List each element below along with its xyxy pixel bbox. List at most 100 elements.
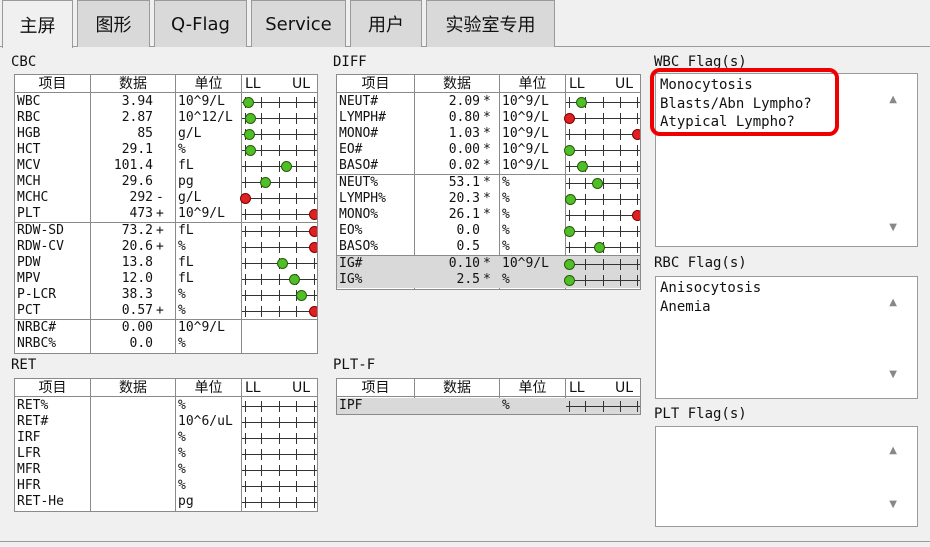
rbc-flags-list[interactable]: Anisocytosis Anemia ▲ ▼ [655, 276, 918, 399]
gauge-tick [296, 465, 297, 476]
gauge-tick [279, 465, 280, 476]
diff-title: DIFF [333, 54, 367, 70]
row-unit: % [502, 207, 510, 222]
gauge-tick [279, 290, 280, 301]
range-gauge [563, 272, 640, 288]
table-row[interactable]: P-LCR 38.3% [15, 287, 317, 303]
gauge-tick [314, 145, 315, 156]
table-row[interactable]: MCH 29.6 pg [15, 174, 317, 190]
table-row[interactable]: PLT 473 +10^9/L [15, 206, 317, 222]
table-row[interactable]: PCT 0.57 +% [15, 303, 317, 319]
row-unit: % [178, 287, 186, 302]
gauge-tick [637, 161, 638, 172]
table-row[interactable]: RET%% [15, 398, 317, 414]
table-header: 项目 数据 单位 LL UL [15, 379, 317, 397]
scroll-down-icon[interactable]: ▼ [889, 369, 897, 380]
cbc-title: CBC [11, 54, 37, 70]
gauge-axis [242, 214, 317, 215]
gauge-tick [620, 113, 621, 124]
table-row[interactable]: EO% 0.0% [337, 223, 640, 239]
table-row[interactable]: RET# 10^6/uL [15, 414, 317, 430]
range-gauge [242, 430, 317, 446]
gauge-tick [637, 226, 638, 237]
table-row[interactable]: HCT 29.1% [15, 142, 317, 158]
gauge-tick [314, 258, 315, 269]
row-unit: fL [178, 271, 194, 286]
table-row[interactable]: NEUT# 2.09 * 10^9/L [337, 94, 640, 110]
scroll-down-icon[interactable]: ▼ [889, 499, 897, 510]
gauge-tick [585, 210, 586, 221]
flag-item: Anemia [660, 298, 711, 315]
table-row[interactable]: IG# 0.10 * 10^9/L [337, 255, 640, 272]
header-data: 数据 [443, 380, 471, 396]
scroll-down-icon[interactable]: ▼ [889, 222, 897, 233]
in-range-marker [563, 145, 575, 156]
table-row[interactable]: MONO% 26.1 *% [337, 207, 640, 223]
table-row[interactable]: HFR% [15, 478, 317, 494]
gauge-tick [245, 242, 246, 253]
table-row[interactable]: MONO# 1.03 * 10^9/L [337, 126, 640, 142]
scroll-up-icon[interactable]: ▲ [889, 94, 897, 105]
table-row[interactable]: RDW-CV 20.6 +% [15, 239, 317, 255]
header-unit: 单位 [518, 76, 547, 92]
table-row[interactable]: LYMPH% 20.3 *% [337, 191, 640, 207]
table-row[interactable]: LFR% [15, 446, 317, 462]
gauge-tick [279, 274, 280, 285]
gauge-tick [245, 401, 246, 412]
tab-q-flag[interactable]: Q-Flag [154, 0, 247, 47]
row-item-name: IG% [339, 272, 363, 287]
row-flag: * [483, 175, 491, 190]
ret-title: RET [11, 357, 37, 373]
gauge-axis [242, 486, 317, 487]
gauge-tick [637, 97, 638, 108]
tab-main[interactable]: 主屏 [2, 0, 73, 48]
tab-service[interactable]: Service [251, 0, 346, 47]
table-row[interactable]: IRF% [15, 430, 317, 446]
row-flag: + [156, 206, 164, 221]
table-row[interactable]: IPF% [337, 398, 640, 414]
table-row[interactable]: MFR% [15, 462, 317, 478]
table-row[interactable]: WBC 3.94 10^9/L [15, 94, 317, 110]
row-value: 38.3 [121, 287, 153, 302]
out-of-range-marker [308, 209, 317, 220]
table-row[interactable]: BASO# 0.02 * 10^9/L [337, 158, 640, 174]
row-value: 12.0 [121, 271, 153, 286]
row-unit: 10^9/L [502, 158, 549, 173]
in-range-marker [563, 259, 575, 270]
table-row[interactable]: MCHC 292- g/L [15, 190, 317, 206]
row-flag: * [483, 158, 491, 173]
table-row[interactable]: NRBC# 0.00 10^9/L [15, 319, 317, 336]
gauge-tick [245, 177, 246, 188]
table-row[interactable]: BASO% 0.5% [337, 239, 640, 255]
row-flag [156, 126, 165, 142]
row-item-name: MPV [17, 271, 41, 286]
table-row[interactable]: RDW-SD 73.2 + fL [15, 222, 317, 239]
row-unit: % [502, 239, 510, 254]
tab-lab-only[interactable]: 实验室专用 [426, 0, 555, 47]
table-row[interactable]: MCV 101.4 fL [15, 158, 317, 174]
table-row[interactable]: RBC 2.87 10^12/L [15, 110, 317, 126]
gauge-tick [314, 465, 315, 476]
gauge-tick [620, 97, 621, 108]
row-value: 20.3 [448, 191, 480, 206]
table-row[interactable]: MPV 12.0 fL [15, 271, 317, 287]
table-row[interactable]: RET-He pg [15, 494, 317, 510]
row-unit: 10^9/L [502, 94, 549, 109]
range-gauge [242, 446, 317, 462]
table-row[interactable]: EO# 0.00 * 10^9/L [337, 142, 640, 158]
gauge-tick [620, 194, 621, 205]
table-row[interactable]: IG% 2.5 *% [337, 272, 640, 288]
row-flag: * [483, 110, 491, 125]
table-row[interactable]: NRBC% 0.0% [15, 336, 317, 352]
row-item-name: EO% [339, 223, 363, 238]
plt-flags-list[interactable]: ▲ ▼ [655, 426, 918, 527]
scroll-up-icon[interactable]: ▲ [889, 297, 897, 308]
table-row[interactable]: NEUT% 53.1 *% [337, 174, 640, 191]
table-row[interactable]: PDW 13.8 fL [15, 255, 317, 271]
table-row[interactable]: LYMPH# 0.80 * 10^9/L [337, 110, 640, 126]
gauge-tick [296, 161, 297, 172]
table-row[interactable]: HGB 85 g/L [15, 126, 317, 142]
tab-user[interactable]: 用户 [350, 0, 422, 47]
tab-graph[interactable]: 图形 [77, 0, 150, 47]
scroll-up-icon[interactable]: ▲ [889, 445, 897, 456]
